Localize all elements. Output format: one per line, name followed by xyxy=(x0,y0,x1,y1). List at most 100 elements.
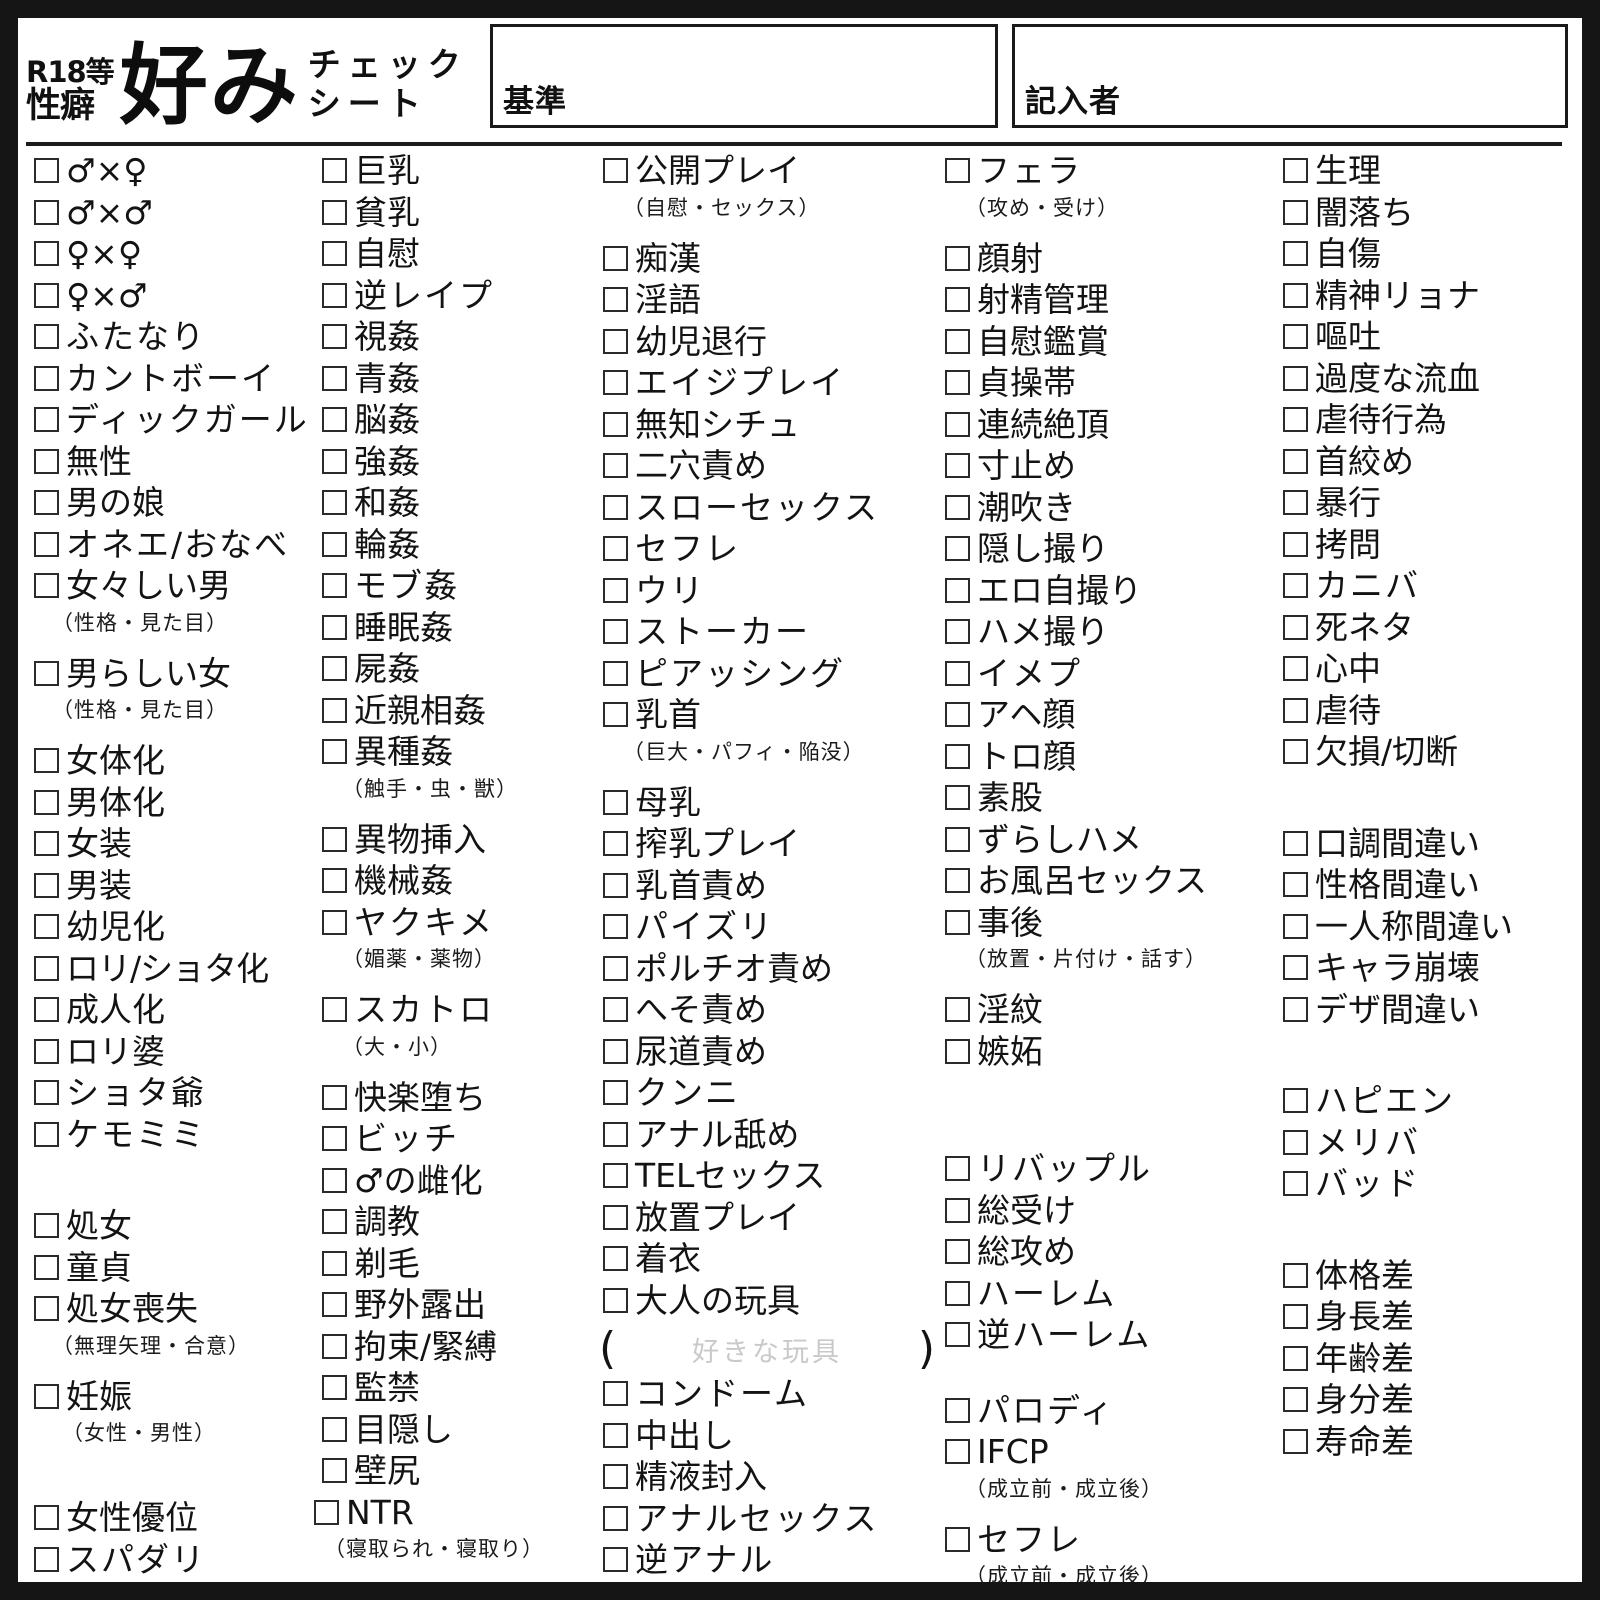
checklist-row[interactable]: エロ自撮り xyxy=(937,571,1275,614)
checkbox-icon[interactable] xyxy=(1283,697,1308,723)
checklist-row[interactable]: 隠し撮り xyxy=(937,530,1275,572)
checklist-row[interactable]: 母乳 xyxy=(595,783,935,826)
checklist-row[interactable]: 心中 xyxy=(1275,650,1575,692)
checklist-row[interactable]: カントボーイ xyxy=(34,359,310,402)
checklist-row[interactable]: ウリ xyxy=(595,571,935,614)
checkbox-icon[interactable] xyxy=(1283,656,1308,681)
checklist-row[interactable]: 貧乳 xyxy=(314,193,595,236)
checkbox-icon[interactable] xyxy=(34,872,59,898)
checkbox-icon[interactable] xyxy=(945,577,970,603)
checklist-row[interactable]: ♀×♀ xyxy=(34,235,310,277)
checkbox-icon[interactable] xyxy=(945,1439,970,1464)
checkbox-icon[interactable] xyxy=(1283,913,1308,939)
checkbox-icon[interactable] xyxy=(34,158,59,183)
checkbox-icon[interactable] xyxy=(1283,1428,1308,1454)
checkbox-icon[interactable] xyxy=(603,1121,628,1147)
checkbox-icon[interactable] xyxy=(34,1213,59,1238)
checklist-row[interactable]: 処女 xyxy=(34,1207,310,1249)
checklist-row[interactable]: 拷問 xyxy=(1275,525,1575,568)
checklist-row[interactable]: 素股 xyxy=(937,779,1275,821)
checklist-row[interactable]: 童貞 xyxy=(34,1248,310,1291)
checklist-row[interactable]: スパダリ xyxy=(34,1540,310,1583)
checkbox-icon[interactable] xyxy=(322,826,347,852)
checkbox-icon[interactable] xyxy=(1283,282,1308,308)
checklist-row[interactable]: 死ネタ xyxy=(1275,608,1575,651)
checkbox-icon[interactable] xyxy=(603,1246,628,1271)
checkbox-icon[interactable] xyxy=(945,370,970,395)
checklist-row[interactable]: 生理 xyxy=(1275,152,1575,194)
checkbox-icon[interactable] xyxy=(34,660,59,686)
checkbox-icon[interactable] xyxy=(603,1464,628,1489)
checkbox-icon[interactable] xyxy=(322,1375,347,1400)
checklist-row[interactable]: バッド xyxy=(1275,1165,1575,1207)
checklist-row[interactable]: スカトロ xyxy=(314,991,595,1033)
checkbox-icon[interactable] xyxy=(603,536,628,561)
checklist-row[interactable]: 身分差 xyxy=(1275,1381,1575,1423)
checkbox-icon[interactable] xyxy=(1283,407,1308,432)
checkbox-icon[interactable] xyxy=(322,573,347,598)
checkbox-icon[interactable] xyxy=(322,365,347,391)
checklist-row[interactable]: 監禁 xyxy=(314,1369,595,1411)
kijun-field[interactable]: 基準 xyxy=(490,24,998,128)
checkbox-icon[interactable] xyxy=(945,536,970,561)
checkbox-icon[interactable] xyxy=(34,407,59,432)
checkbox-icon[interactable] xyxy=(322,324,347,349)
checklist-row[interactable]: ショタ爺 xyxy=(34,1074,310,1116)
checkbox-icon[interactable] xyxy=(603,1381,628,1406)
checkbox-icon[interactable] xyxy=(34,448,59,474)
checkbox-icon[interactable] xyxy=(603,411,628,437)
checkbox-icon[interactable] xyxy=(945,660,970,686)
checklist-row[interactable]: デザ間違い xyxy=(1275,990,1575,1033)
checkbox-icon[interactable] xyxy=(603,245,628,271)
checklist-row[interactable]: ハピエン xyxy=(1275,1082,1575,1124)
checklist-row[interactable]: 闇落ち xyxy=(1275,193,1575,236)
checkbox-icon[interactable] xyxy=(945,1397,970,1423)
checklist-row[interactable]: 乳首責め xyxy=(595,866,935,909)
checkbox-icon[interactable] xyxy=(945,1156,970,1181)
checkbox-icon[interactable] xyxy=(603,619,628,644)
checklist-row[interactable]: ヤクキメ xyxy=(314,903,595,946)
checkbox-icon[interactable] xyxy=(1283,1304,1308,1329)
checklist-row[interactable]: 野外露出 xyxy=(314,1286,595,1328)
checkbox-icon[interactable] xyxy=(603,1204,628,1230)
checklist-row[interactable]: 逆ハーレム xyxy=(937,1316,1275,1358)
checkbox-icon[interactable] xyxy=(322,1333,347,1359)
checklist-row[interactable]: ずらしハメ xyxy=(937,820,1275,863)
checkbox-icon[interactable] xyxy=(34,324,59,349)
checkbox-icon[interactable] xyxy=(34,1383,59,1409)
checkbox-icon[interactable] xyxy=(34,955,59,981)
checklist-row[interactable]: 異物挿入 xyxy=(314,820,595,863)
checkbox-icon[interactable] xyxy=(1283,614,1308,640)
checklist-row[interactable]: 女装 xyxy=(34,825,310,867)
checklist-row[interactable]: 睡眠姦 xyxy=(314,608,595,651)
checklist-row[interactable]: 虐待 xyxy=(1275,691,1575,734)
checklist-row[interactable]: NTR xyxy=(314,1493,595,1536)
checklist-row[interactable]: 嫉妬 xyxy=(937,1032,1275,1075)
checkbox-icon[interactable] xyxy=(322,241,347,266)
checklist-row[interactable]: お風呂セックス xyxy=(937,862,1275,904)
checkbox-icon[interactable] xyxy=(945,453,970,478)
checkbox-icon[interactable] xyxy=(945,287,970,312)
checkbox-icon[interactable] xyxy=(603,831,628,856)
checkbox-icon[interactable] xyxy=(1283,955,1308,980)
checklist-row[interactable]: ハーレム xyxy=(937,1274,1275,1317)
checklist-row[interactable]: 処女喪失 xyxy=(34,1290,310,1332)
checklist-row[interactable]: 快楽堕ち xyxy=(314,1078,595,1121)
checklist-row[interactable]: 大人の玩具 xyxy=(595,1281,935,1324)
checklist-row[interactable]: 着衣 xyxy=(595,1240,935,1282)
checkbox-icon[interactable] xyxy=(322,656,347,681)
checklist-row[interactable]: 連続絶頂 xyxy=(937,405,1275,448)
checklist-row[interactable]: 虐待行為 xyxy=(1275,401,1575,443)
checklist-row[interactable]: ロリ婆 xyxy=(34,1032,310,1075)
checklist-row[interactable]: コンドーム xyxy=(595,1375,935,1417)
checklist-row[interactable]: 事後 xyxy=(937,903,1275,946)
checklist-row[interactable]: 寸止め xyxy=(937,447,1275,489)
checkbox-icon[interactable] xyxy=(34,282,59,308)
checklist-row[interactable]: 射精管理 xyxy=(937,281,1275,323)
checkbox-icon[interactable] xyxy=(34,490,59,515)
checkbox-icon[interactable] xyxy=(603,1505,628,1531)
checklist-row[interactable]: 成人化 xyxy=(34,991,310,1033)
checklist-row[interactable]: トロ顔 xyxy=(937,737,1275,780)
checklist-row[interactable]: 総受け xyxy=(937,1191,1275,1234)
checklist-row[interactable]: スローセックス xyxy=(595,488,935,531)
